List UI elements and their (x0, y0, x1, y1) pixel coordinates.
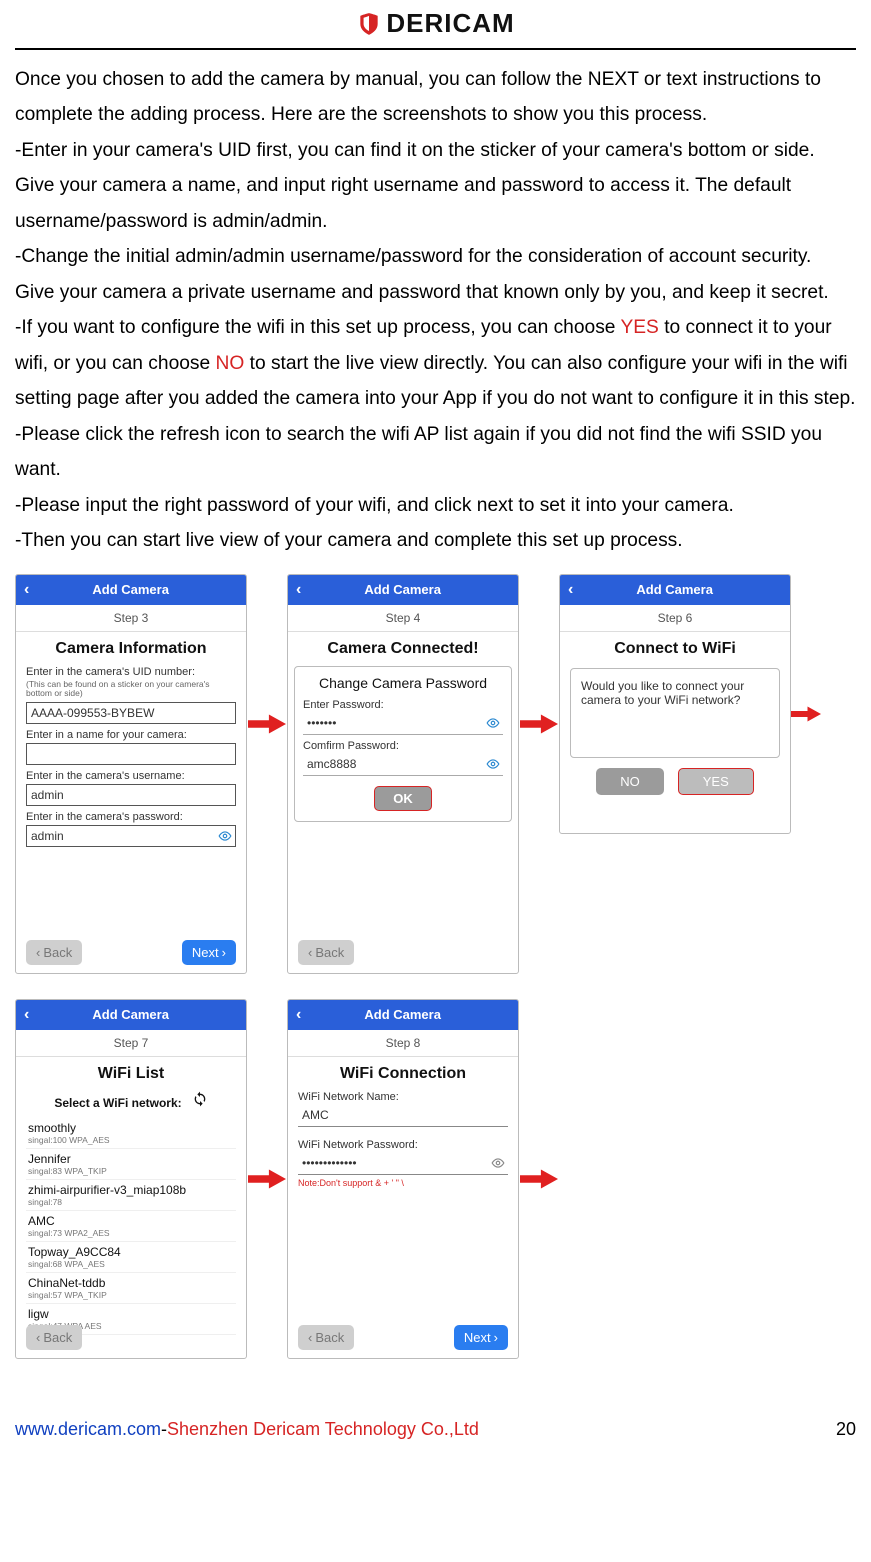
uid-hint: (This can be found on a sticker on your … (26, 680, 236, 700)
arrow-icon (519, 999, 559, 1189)
screen-step3: ‹ Add Camera Step 3 Camera Information E… (15, 574, 247, 974)
screen-title: WiFi Connection (288, 1065, 518, 1083)
step-label: Step 7 (16, 1030, 246, 1057)
enter-password-label: Enter Password: (303, 699, 503, 711)
back-button[interactable]: ‹ Back (26, 1325, 82, 1350)
back-chevron-icon[interactable]: ‹ (568, 581, 573, 599)
uid-input[interactable]: AAAA-099553-BYBEW (26, 702, 236, 724)
topbar: ‹ Add Camera (288, 575, 518, 605)
arrow-icon (791, 574, 821, 724)
wifi-row[interactable]: smoothlysingal:100 WPA_AES (26, 1118, 236, 1149)
password-label: Enter in the camera's password: (26, 811, 236, 823)
refresh-icon[interactable] (192, 1091, 208, 1107)
step-label: Step 6 (560, 605, 790, 632)
change-password-modal: Change Camera Password Enter Password: •… (294, 666, 512, 822)
name-input[interactable] (26, 743, 236, 765)
select-wifi-label: Select a WiFi network: (26, 1091, 236, 1110)
eye-icon[interactable] (491, 1156, 505, 1170)
topbar-title: Add Camera (309, 1007, 496, 1022)
wifi-row[interactable]: Topway_A9CC84singal:68 WPA_AES (26, 1242, 236, 1273)
screen-step7: ‹ Add Camera Step 7 WiFi List Select a W… (15, 999, 247, 1359)
back-chevron-icon[interactable]: ‹ (296, 581, 301, 599)
back-button[interactable]: ‹ Back (298, 940, 354, 965)
no-keyword: NO (216, 353, 245, 374)
confirm-password-input[interactable]: amc8888 (303, 754, 503, 776)
back-button[interactable]: ‹ Back (26, 940, 82, 965)
wifi-list: smoothlysingal:100 WPA_AES Jennifersinga… (26, 1118, 236, 1335)
instructions-p1: Once you chosen to add the camera by man… (15, 62, 856, 133)
shield-icon (356, 11, 382, 37)
page-header: DERICAM (0, 0, 871, 42)
topbar: ‹ Add Camera (288, 1000, 518, 1030)
confirm-password-label: Comfirm Password: (303, 740, 503, 752)
instructions-p4: -If you want to configure the wifi in th… (15, 310, 856, 417)
name-label: Enter in a name for your camera: (26, 729, 236, 741)
brand-name: DERICAM (386, 8, 514, 39)
topbar-title: Add Camera (309, 582, 496, 597)
modal-title: Change Camera Password (303, 675, 503, 691)
eye-icon[interactable] (218, 829, 232, 843)
no-button[interactable]: NO (596, 768, 664, 795)
wifi-prompt: Would you like to connect your camera to… (570, 668, 780, 758)
step-label: Step 3 (16, 605, 246, 632)
page-number: 20 (836, 1419, 856, 1440)
screen-title: Camera Connected! (288, 640, 518, 658)
arrow-icon (247, 999, 287, 1189)
topbar-title: Add Camera (37, 582, 224, 597)
back-chevron-icon[interactable]: ‹ (296, 1006, 301, 1024)
screenshots-row-2: ‹ Add Camera Step 7 WiFi List Select a W… (15, 999, 871, 1359)
wifi-row[interactable]: AMCsingal:73 WPA2_AES (26, 1211, 236, 1242)
screen-step4: ‹ Add Camera Step 4 Camera Connected! Ch… (287, 574, 519, 974)
screen-title: WiFi List (16, 1065, 246, 1083)
instructions-block: Once you chosen to add the camera by man… (15, 62, 856, 559)
username-input[interactable]: admin (26, 784, 236, 806)
topbar: ‹ Add Camera (560, 575, 790, 605)
screen-title: Camera Information (16, 640, 246, 658)
screenshots-row-1: ‹ Add Camera Step 3 Camera Information E… (15, 574, 871, 974)
wifi-name-input[interactable]: AMC (298, 1105, 508, 1127)
password-input[interactable]: admin (26, 825, 236, 847)
back-button[interactable]: ‹ Back (298, 1325, 354, 1350)
enter-password-input[interactable]: ••••••• (303, 713, 503, 735)
step-label: Step 4 (288, 605, 518, 632)
instructions-p2: -Enter in your camera's UID first, you c… (15, 133, 856, 240)
header-divider (15, 48, 856, 50)
topbar-title: Add Camera (581, 582, 768, 597)
yes-button[interactable]: YES (678, 768, 754, 795)
wifi-row[interactable]: zhimi-airpurifier-v3_miap108bsingal:78 (26, 1180, 236, 1211)
instructions-p7: -Then you can start live view of your ca… (15, 523, 856, 559)
screen-step6: ‹ Add Camera Step 6 Connect to WiFi Woul… (559, 574, 791, 834)
eye-icon[interactable] (486, 716, 500, 730)
uid-label: Enter in the camera's UID number: (26, 666, 236, 678)
eye-icon[interactable] (486, 757, 500, 771)
wifi-row[interactable]: ChinaNet-tddbsingal:57 WPA_TKIP (26, 1273, 236, 1304)
wifi-password-input[interactable]: ••••••••••••• (298, 1153, 508, 1175)
next-button[interactable]: Next › (182, 940, 236, 965)
next-button[interactable]: Next › (454, 1325, 508, 1350)
instructions-p5: -Please click the refresh icon to search… (15, 417, 856, 488)
topbar: ‹ Add Camera (16, 1000, 246, 1030)
topbar-title: Add Camera (37, 1007, 224, 1022)
username-label: Enter in the camera's username: (26, 770, 236, 782)
screen-title: Connect to WiFi (560, 640, 790, 658)
page-footer: www.dericam.com-Shenzhen Dericam Technol… (15, 1419, 856, 1440)
ok-button[interactable]: OK (374, 786, 432, 811)
password-note: Note:Don't support & + ' " \ (298, 1178, 508, 1188)
instructions-p6: -Please input the right password of your… (15, 488, 856, 524)
screen-step8: ‹ Add Camera Step 8 WiFi Connection WiFi… (287, 999, 519, 1359)
back-chevron-icon[interactable]: ‹ (24, 581, 29, 599)
wifi-password-label: WiFi Network Password: (298, 1139, 508, 1151)
wifi-row[interactable]: Jennifersingal:83 WPA_TKIP (26, 1149, 236, 1180)
instructions-p3: -Change the initial admin/admin username… (15, 239, 856, 310)
back-chevron-icon[interactable]: ‹ (24, 1006, 29, 1024)
yes-keyword: YES (620, 317, 658, 338)
step-label: Step 8 (288, 1030, 518, 1057)
footer-company: Shenzhen Dericam Technology Co.,Ltd (167, 1419, 479, 1439)
topbar: ‹ Add Camera (16, 575, 246, 605)
footer-site: www.dericam.com (15, 1419, 161, 1439)
brand-logo: DERICAM (356, 8, 514, 39)
arrow-icon (519, 574, 559, 734)
arrow-icon (247, 574, 287, 734)
wifi-name-label: WiFi Network Name: (298, 1091, 508, 1103)
